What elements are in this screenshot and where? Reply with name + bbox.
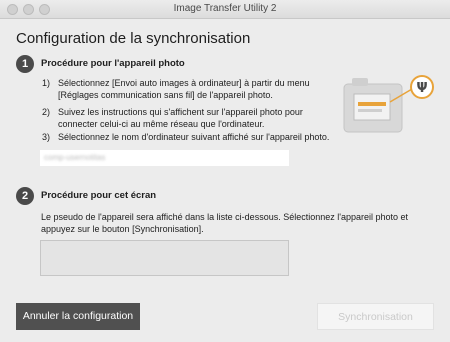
step-1-item-1-text: Sélectionnez [Envoi auto images à ordina… bbox=[58, 78, 310, 100]
camera-menu-line bbox=[358, 109, 382, 112]
step-1-heading: Procédure pour l'appareil photo bbox=[41, 58, 185, 69]
title-bar: Image Transfer Utility 2 bbox=[0, 0, 450, 19]
computer-name: comp-usernotitas bbox=[44, 153, 106, 162]
camera-sync-illustration: Ψ bbox=[343, 75, 434, 133]
step-1-item-2-text: Suivez les instructions qui s'affichent … bbox=[58, 107, 303, 129]
camera-top-shape bbox=[352, 78, 368, 86]
step-1-item-3-text: Sélectionnez le nom d'ordinateur suivant… bbox=[58, 132, 330, 142]
window-title: Image Transfer Utility 2 bbox=[173, 3, 277, 14]
step-1-item-2-number: 2) bbox=[42, 107, 51, 117]
step-2-instructions: Le pseudo de l'appareil sera affiché dan… bbox=[41, 212, 409, 234]
step-1-badge: 1 bbox=[16, 55, 34, 73]
app-window: Image Transfer Utility 2 Configuration d… bbox=[0, 0, 450, 342]
camera-menu-highlight bbox=[358, 102, 386, 106]
camera-screen-shape bbox=[353, 93, 391, 121]
cancel-configuration-button[interactable]: Annuler la configuration bbox=[16, 303, 140, 330]
step-1-item-1-number: 1) bbox=[42, 78, 51, 88]
synchronization-button[interactable]: Synchronisation bbox=[317, 303, 434, 330]
page-title: Configuration de la synchronisation bbox=[16, 30, 251, 47]
step-2-badge: 2 bbox=[16, 187, 34, 205]
camera-list[interactable] bbox=[40, 240, 289, 276]
wireless-icon: Ψ bbox=[416, 81, 427, 96]
step-2-heading: Procédure pour cet écran bbox=[41, 190, 157, 201]
step-1-item-3-number: 3) bbox=[42, 132, 51, 142]
computer-name-field: comp-usernotitas bbox=[40, 150, 289, 166]
